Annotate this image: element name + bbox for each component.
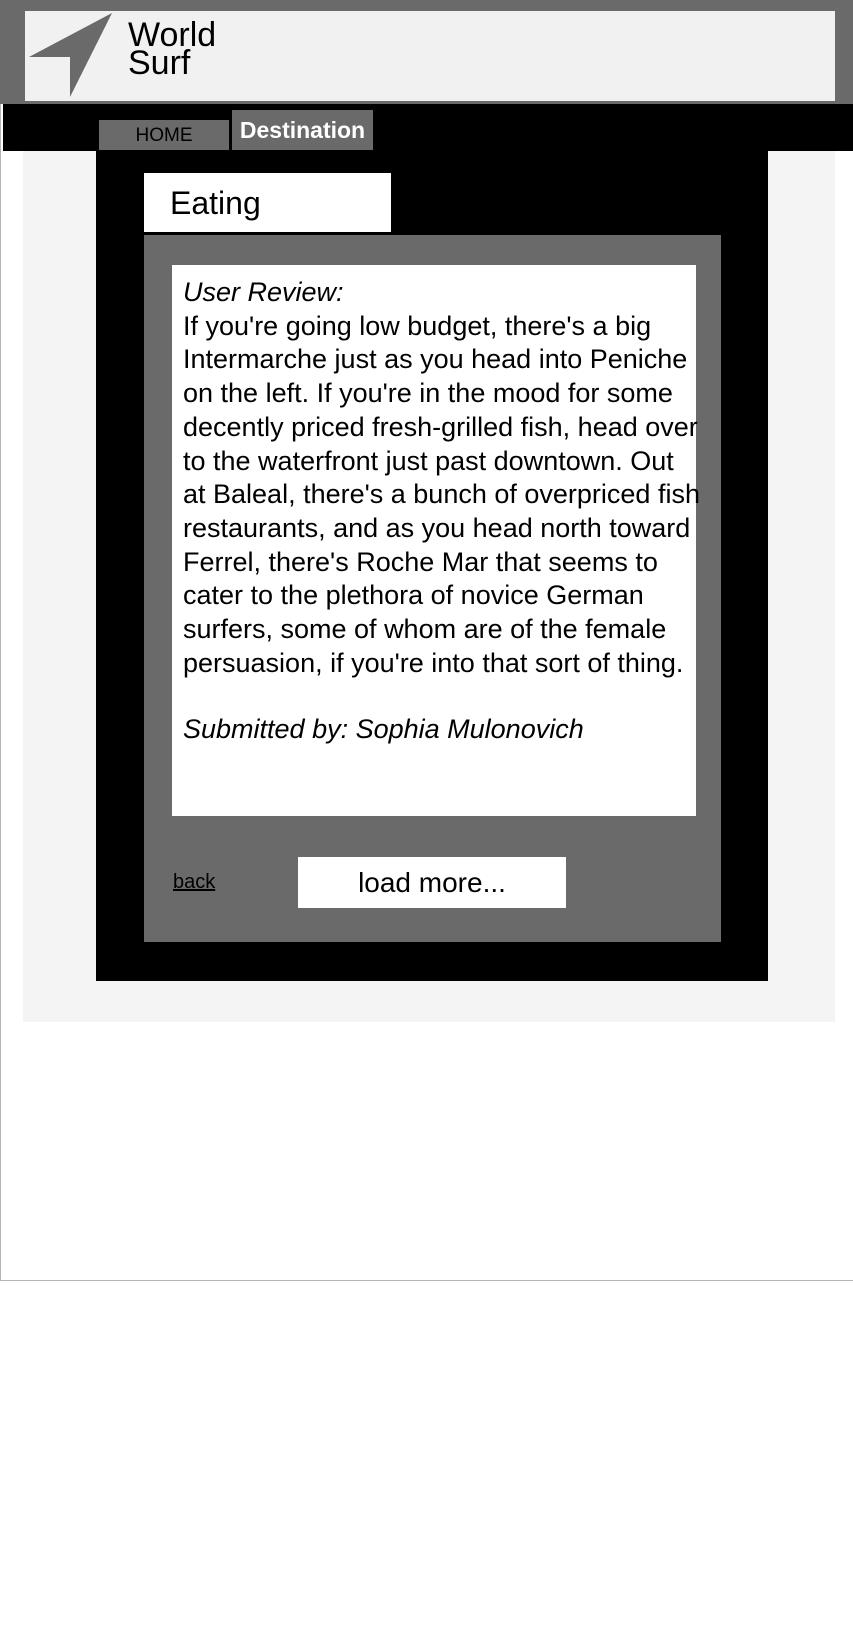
nav-destination-tab[interactable]: Destination <box>232 110 373 150</box>
nav-home-tab[interactable]: HOME <box>99 120 229 150</box>
review-heading: User Review: <box>183 277 344 307</box>
site-header: World Surf <box>0 0 853 104</box>
review-card: User Review: If you're going low budget,… <box>172 265 700 816</box>
review-author: Submitted by: Sophia Mulonovich <box>183 714 584 745</box>
review-body: If you're going low budget, there's a bi… <box>183 310 700 678</box>
load-more-button[interactable]: load more... <box>298 857 566 908</box>
header-inner: World Surf <box>25 11 835 101</box>
nav-bar: HOME Destination <box>3 104 853 151</box>
back-link[interactable]: back <box>173 871 215 894</box>
section-tab-eating[interactable]: Eating <box>144 173 391 232</box>
arrow-pointer-icon <box>29 13 112 97</box>
site-logo-title[interactable]: World Surf <box>128 18 216 80</box>
